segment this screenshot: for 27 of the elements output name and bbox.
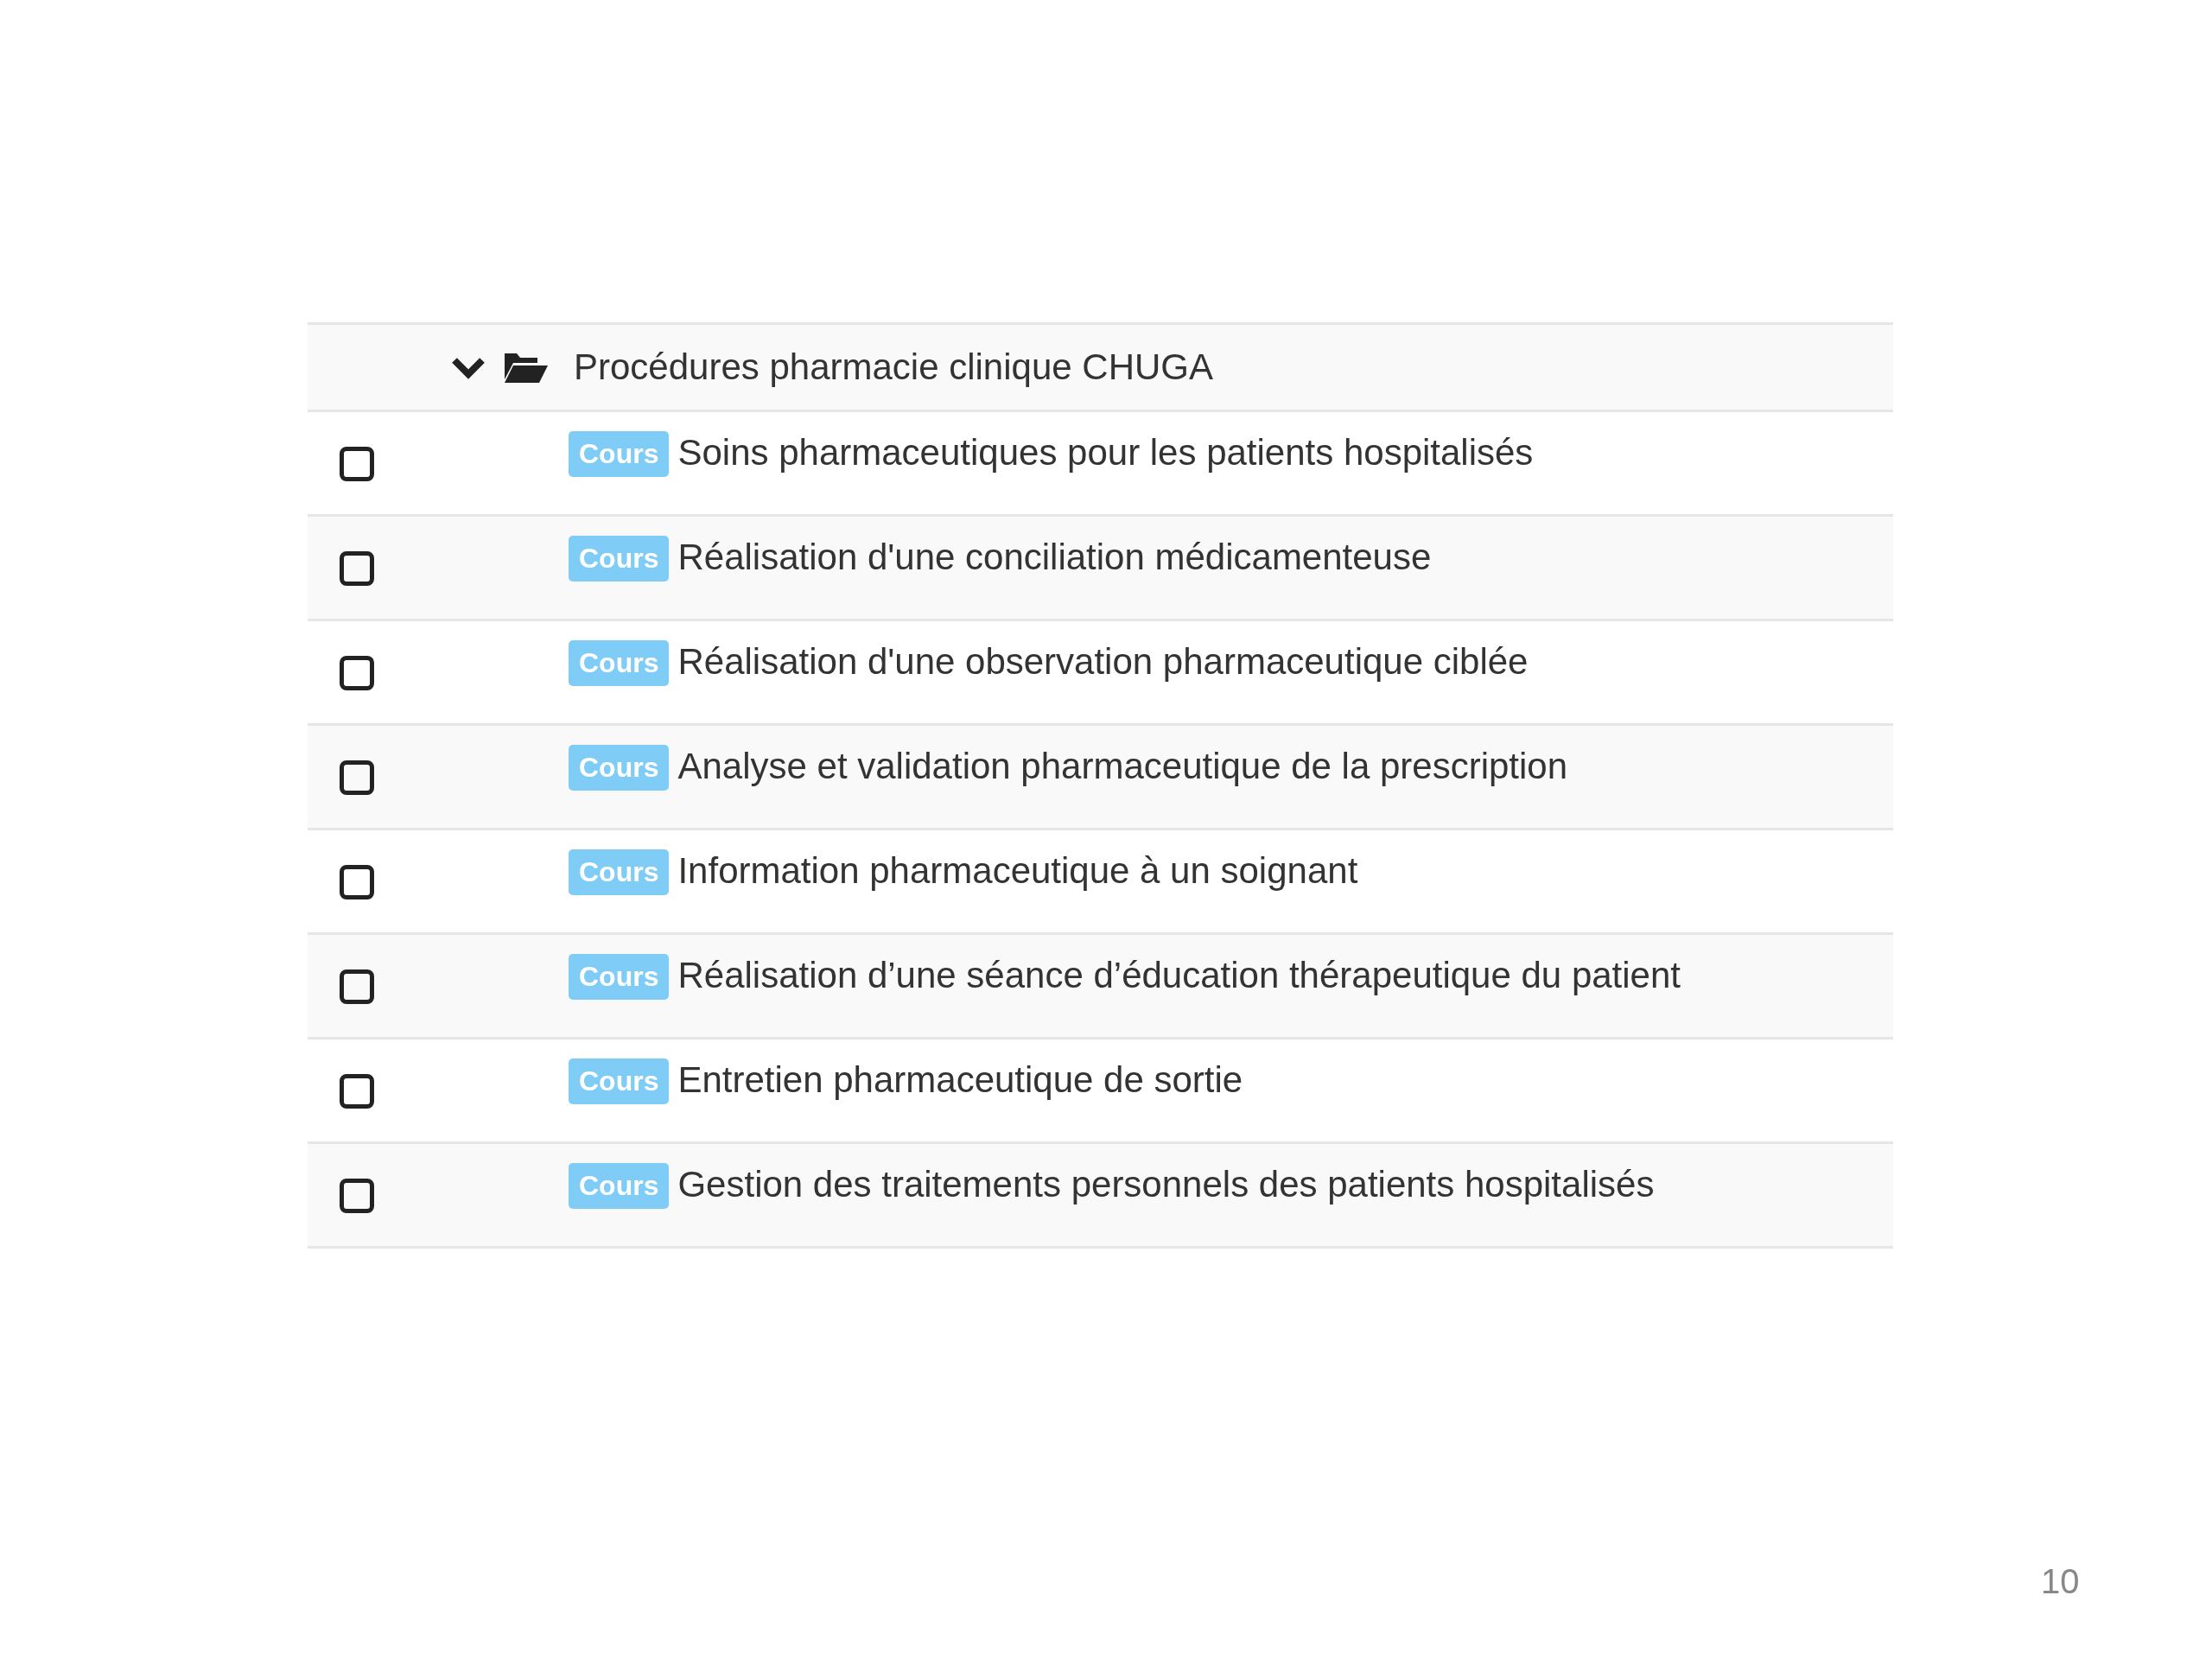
type-badge: Cours bbox=[569, 1058, 670, 1104]
checkbox[interactable] bbox=[340, 1179, 374, 1213]
type-badge: Cours bbox=[569, 745, 670, 791]
type-badge: Cours bbox=[569, 640, 670, 686]
course-title[interactable]: Soins pharmaceutiques pour les patients hospitalisés bbox=[677, 431, 1534, 474]
course-title[interactable]: Réalisation d'une conciliation médicamenteuse bbox=[677, 536, 1432, 579]
type-badge: Cours bbox=[569, 849, 670, 895]
course-title[interactable]: Entretien pharmaceutique de sortie bbox=[677, 1058, 1243, 1102]
checkbox[interactable] bbox=[340, 447, 374, 481]
checkbox[interactable] bbox=[340, 551, 374, 586]
type-badge: Cours bbox=[569, 431, 670, 477]
page-number: 10 bbox=[2041, 1562, 2080, 1601]
type-badge: Cours bbox=[569, 954, 670, 1000]
checkbox[interactable] bbox=[340, 865, 374, 899]
course-title[interactable]: Gestion des traitements personnels des patients hospitalisés bbox=[677, 1163, 1655, 1206]
course-title[interactable]: Analyse et validation pharmaceutique de la prescription bbox=[677, 745, 1568, 788]
folder-title[interactable]: Procédures pharmacie clinique CHUGA bbox=[574, 346, 1213, 388]
checkbox[interactable] bbox=[340, 760, 374, 795]
type-badge: Cours bbox=[569, 1163, 670, 1209]
course-title[interactable]: Réalisation d’une séance d’éducation thérapeutique du patient bbox=[677, 954, 1681, 997]
course-title[interactable]: Information pharmaceutique à un soignant bbox=[677, 849, 1358, 893]
course-title[interactable]: Réalisation d'une observation pharmaceutique ciblée bbox=[677, 640, 1529, 683]
chevron-icon[interactable] bbox=[451, 355, 486, 379]
type-badge: Cours bbox=[569, 536, 670, 582]
checkbox[interactable] bbox=[340, 969, 374, 1004]
checkbox[interactable] bbox=[340, 656, 374, 690]
checkbox[interactable] bbox=[340, 1074, 374, 1109]
